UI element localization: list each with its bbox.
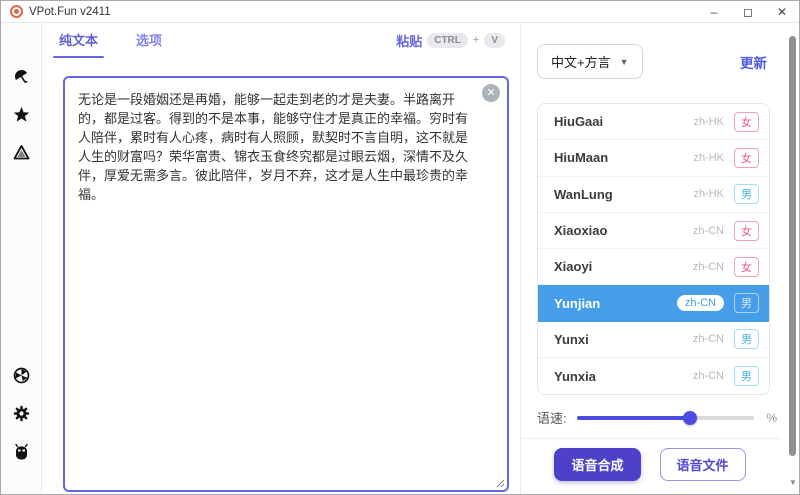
voice-locale: zh-CN xyxy=(693,370,724,382)
voice-panel: 中文+方言 ▼ 更新 HiuGaaizh-HK女HiuMaanzh-HK女Wan… xyxy=(521,23,799,495)
gender-badge: 女 xyxy=(734,257,759,277)
voice-locale: zh-CN xyxy=(693,225,724,237)
voice-file-button[interactable]: 语音文件 xyxy=(660,448,746,481)
scrollbar-down-arrow-icon[interactable]: ▼ xyxy=(789,478,797,487)
gender-badge: 男 xyxy=(734,329,759,349)
voice-row[interactable]: Yunxizh-CN 男 xyxy=(538,322,769,358)
voice-name: Yunjian xyxy=(554,296,677,311)
gender-badge: 男 xyxy=(734,293,759,313)
voice-list: HiuGaaizh-HK女HiuMaanzh-HK女WanLungzh-HK男X… xyxy=(537,103,770,395)
maximize-button[interactable]: ◻ xyxy=(731,1,765,22)
rate-slider-thumb[interactable] xyxy=(683,411,697,425)
refresh-voices-button[interactable]: 更新 xyxy=(740,52,767,72)
divider xyxy=(521,438,779,439)
chevron-down-icon: ▼ xyxy=(620,57,629,67)
synthesize-button[interactable]: 语音合成 xyxy=(554,448,640,481)
rate-label: 语速: xyxy=(537,408,567,427)
voice-locale: zh-CN xyxy=(677,295,724,311)
language-select[interactable]: 中文+方言 ▼ xyxy=(537,44,643,79)
tab-options[interactable]: 选项 xyxy=(130,22,168,58)
shutter-icon[interactable] xyxy=(13,367,30,384)
language-select-value: 中文+方言 xyxy=(551,52,611,71)
close-button[interactable]: ✕ xyxy=(765,1,799,22)
rate-row: 语速: % xyxy=(537,408,777,427)
minimize-button[interactable]: – xyxy=(697,1,731,22)
tab-plain-text[interactable]: 纯文本 xyxy=(53,22,104,58)
umbrella-icon[interactable] xyxy=(13,68,30,85)
voice-locale: zh-CN xyxy=(693,261,724,273)
voice-name: Xiaoyi xyxy=(554,259,693,274)
voice-name: HiuMaan xyxy=(554,150,693,165)
voice-name: Yunxi xyxy=(554,332,693,347)
window-title: VPot.Fun v2411 xyxy=(29,6,111,18)
sidebar xyxy=(1,23,42,495)
paste-button[interactable]: 粘贴 xyxy=(396,31,422,50)
voice-row[interactable]: WanLungzh-HK 男 xyxy=(538,177,769,213)
titlebar: VPot.Fun v2411 – ◻ ✕ xyxy=(1,1,799,23)
voice-row[interactable]: Yunjianzh-CN 男 xyxy=(538,285,769,321)
robot-icon[interactable] xyxy=(13,443,30,460)
gender-badge: 女 xyxy=(734,112,759,132)
key-ctrl-badge: CTRL xyxy=(427,33,468,48)
app-window: VPot.Fun v2411 – ◻ ✕ xyxy=(0,0,800,495)
tab-bar: 纯文本 选项 粘贴 CTRL + V xyxy=(42,23,520,57)
editor-panel: 纯文本 选项 粘贴 CTRL + V 无论是一段婚姻还是再婚，能够一起走到老的才… xyxy=(42,23,521,495)
rate-slider[interactable] xyxy=(577,411,755,425)
app-logo-icon xyxy=(10,5,23,18)
voice-locale: zh-HK xyxy=(693,116,724,128)
voice-row[interactable]: HiuGaaizh-HK 女 xyxy=(538,104,769,140)
star-icon[interactable] xyxy=(13,106,30,123)
gender-badge: 男 xyxy=(734,366,759,386)
voice-name: Xiaoxiao xyxy=(554,223,693,238)
voice-locale: zh-HK xyxy=(693,152,724,164)
voice-locale: zh-CN xyxy=(693,333,724,345)
gender-badge: 女 xyxy=(734,148,759,168)
resize-handle[interactable] xyxy=(495,478,504,487)
window-controls: – ◻ ✕ xyxy=(697,1,799,22)
voice-name: WanLung xyxy=(554,187,693,202)
key-plus: + xyxy=(473,34,479,46)
voice-row[interactable]: HiuMaanzh-HK 女 xyxy=(538,140,769,176)
scrollbar-thumb[interactable] xyxy=(789,36,796,456)
voice-row[interactable]: Yunxiazh-CN 男 xyxy=(538,358,769,394)
gender-badge: 女 xyxy=(734,221,759,241)
rate-unit: % xyxy=(766,411,777,425)
voice-locale: zh-HK xyxy=(693,188,724,200)
voice-row[interactable]: Xiaoxiaozh-CN 女 xyxy=(538,213,769,249)
voice-name: Yunxia xyxy=(554,369,693,384)
voice-row[interactable]: Xiaoyizh-CN 女 xyxy=(538,249,769,285)
gear-icon[interactable] xyxy=(13,405,30,422)
key-v-badge: V xyxy=(484,33,505,48)
triangle-icon[interactable] xyxy=(13,144,30,161)
voice-name: HiuGaai xyxy=(554,114,693,129)
text-input[interactable]: 无论是一段婚姻还是再婚，能够一起走到老的才是夫妻。半路离开的，都是过客。得到的不… xyxy=(63,76,509,492)
clear-text-button[interactable]: ✕ xyxy=(482,84,500,102)
paste-shortcut: 粘贴 CTRL + V xyxy=(396,31,505,50)
vertical-scrollbar[interactable]: ▼ xyxy=(789,31,797,486)
gender-badge: 男 xyxy=(734,184,759,204)
